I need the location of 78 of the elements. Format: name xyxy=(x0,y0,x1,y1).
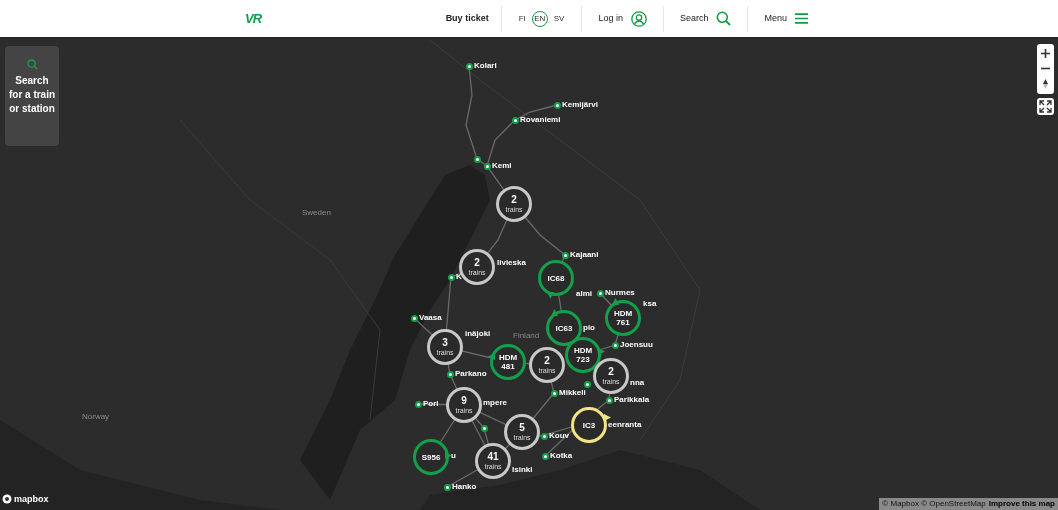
station-name: Rovaniemi xyxy=(520,116,561,124)
train-number: HDM 723 xyxy=(572,346,594,364)
train-number: HDM 761 xyxy=(612,309,634,327)
search-icon[interactable] xyxy=(716,11,732,26)
train-count: 2 xyxy=(608,367,614,377)
country-label: Finland xyxy=(513,330,540,342)
station-name: Joensuu xyxy=(620,341,653,349)
menu-icon[interactable] xyxy=(795,13,808,24)
station-name: u xyxy=(451,452,456,460)
station-name: Vaasa xyxy=(419,314,442,322)
language-option[interactable]: SV xyxy=(552,12,566,25)
station-name: mpere xyxy=(483,399,507,407)
language-option[interactable]: FI xyxy=(517,12,527,25)
direction-pointer-icon xyxy=(445,452,452,459)
train-marker[interactable]: HDM 761 xyxy=(605,300,641,336)
search-icon xyxy=(26,59,38,70)
station-name: Parikkala xyxy=(614,396,650,404)
station-name: eenranta xyxy=(608,421,642,429)
mapbox-logo-text: mapbox xyxy=(14,492,49,506)
menu-link[interactable]: Menu xyxy=(764,11,787,26)
direction-pointer-icon xyxy=(598,348,605,355)
train-number: HDM 481 xyxy=(497,353,519,371)
station-name: Parkano xyxy=(455,370,487,378)
vr-logo[interactable]: VR xyxy=(245,8,262,29)
station-name: Pori xyxy=(423,400,439,408)
compass-icon[interactable] xyxy=(1043,79,1048,90)
improve-map-link[interactable]: Improve this map xyxy=(988,500,1055,508)
station-name: lsinki xyxy=(512,466,533,474)
station-name: Kouv xyxy=(549,432,569,440)
station-name: Kolari xyxy=(474,62,497,70)
direction-pointer-icon xyxy=(604,414,611,421)
train-count: 41 xyxy=(487,452,499,462)
station-name: inäjoki xyxy=(465,330,491,338)
direction-pointer-icon xyxy=(547,292,554,299)
train-number: S956 xyxy=(420,452,442,462)
station-name: pio xyxy=(583,324,595,332)
train-number: IC68 xyxy=(546,273,566,283)
station-name: Kemijärvi xyxy=(562,101,599,109)
train-count: 2 xyxy=(511,195,517,205)
station-name: almi xyxy=(576,290,592,298)
train-marker[interactable]: IC3 xyxy=(571,407,607,443)
login-link[interactable]: Log in xyxy=(598,11,623,26)
direction-pointer-icon xyxy=(551,309,558,316)
station-name: Hanko xyxy=(452,483,477,491)
search-link[interactable]: Search xyxy=(679,11,709,26)
attribution-text: © Mapbox © OpenStreetMap xyxy=(882,500,986,508)
train-number: IC63 xyxy=(554,323,574,333)
train-count: 2 xyxy=(474,258,480,268)
zoom-out-icon[interactable] xyxy=(1041,67,1050,70)
train-marker[interactable]: HDM 723 xyxy=(565,337,601,373)
station-name: livieska xyxy=(497,259,526,267)
train-number: IC3 xyxy=(581,420,597,430)
zoom-in-icon[interactable] xyxy=(1041,48,1050,58)
mapbox-logo-icon xyxy=(2,494,12,505)
station-name: Nurmes xyxy=(605,289,635,297)
station-name: Kajaani xyxy=(570,251,599,259)
station-name: K xyxy=(456,273,462,281)
train-marker[interactable]: S956 xyxy=(413,439,449,475)
search-panel[interactable]: Search for a train or station xyxy=(5,46,59,146)
station-name: Kemi xyxy=(492,162,512,170)
direction-pointer-icon xyxy=(612,298,619,305)
direction-pointer-icon xyxy=(488,353,495,360)
buy-ticket-link[interactable]: Buy ticket xyxy=(445,11,501,26)
station-name: Mikkeli xyxy=(559,389,586,397)
train-count: 9 xyxy=(461,396,467,406)
train-count: 2 xyxy=(544,356,550,366)
train-count: 3 xyxy=(442,338,448,348)
fullscreen-icon[interactable] xyxy=(1037,98,1054,115)
train-marker[interactable]: HDM 481 xyxy=(490,344,526,380)
train-marker[interactable]: IC68 xyxy=(538,260,574,296)
country-label: Sweden xyxy=(302,207,331,219)
station-name: Kotka xyxy=(550,452,573,460)
search-panel-text: Search for a train or station xyxy=(8,74,56,116)
train-count: 5 xyxy=(519,423,525,433)
country-label: Norway xyxy=(82,411,110,423)
station-name: nna xyxy=(630,379,645,387)
user-icon[interactable] xyxy=(630,10,647,27)
station-name: ksa xyxy=(643,300,657,308)
